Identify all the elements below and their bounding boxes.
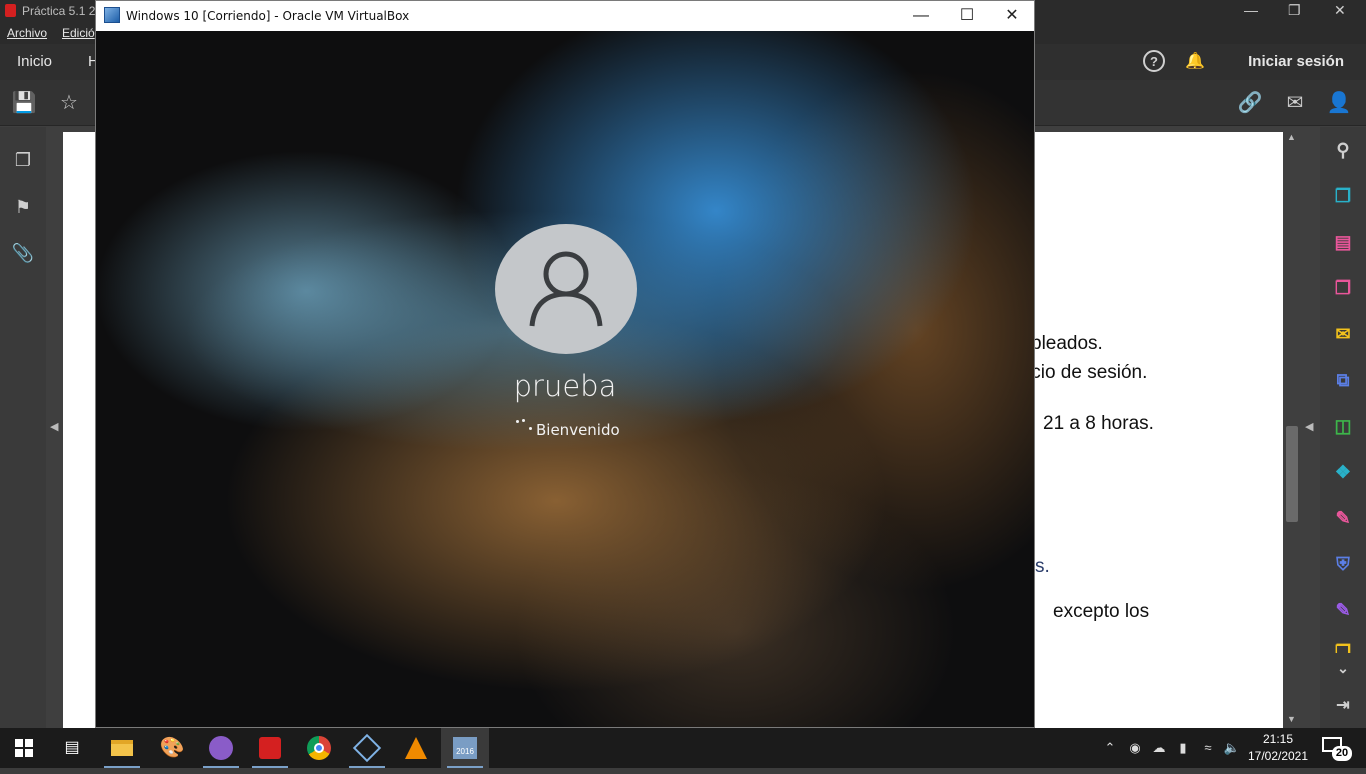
organize-pages-icon[interactable]: ▤ [1330, 229, 1356, 255]
chrome-icon[interactable] [295, 728, 343, 768]
signin-button[interactable]: Iniciar sesión [1248, 53, 1344, 70]
wifi-icon[interactable]: ≈ [1196, 728, 1220, 768]
chevron-down-icon[interactable]: ⌄ [1330, 655, 1356, 681]
tab-inicio[interactable]: Inicio [17, 53, 52, 70]
protect-icon[interactable]: ⛨ [1330, 551, 1356, 577]
right-panel-collapse-icon[interactable]: ◀ [1305, 420, 1313, 433]
maximize-icon[interactable]: ☐ [944, 4, 990, 28]
scroll-down-icon[interactable]: ▼ [1287, 714, 1296, 724]
acrobat-title: Práctica 5.1 2 [22, 4, 96, 18]
virtualbox-icon[interactable] [343, 728, 391, 768]
sql-server-label: 2016 [453, 737, 477, 759]
virtualbox-title-bar[interactable]: Windows 10 [Corriendo] - Oracle VM Virtu… [96, 1, 1034, 31]
volume-icon[interactable]: 🔈 [1220, 728, 1244, 768]
scroll-up-icon[interactable]: ▲ [1287, 132, 1296, 142]
document-scrollbar[interactable]: ▲ ▼ [1284, 130, 1300, 728]
start-button[interactable] [0, 728, 48, 768]
scrollbar-thumb[interactable] [1286, 426, 1298, 522]
fill-sign-icon[interactable]: ✎ [1330, 505, 1356, 531]
virtualbox-title: Windows 10 [Corriendo] - Oracle VM Virtu… [126, 9, 410, 23]
mail-icon[interactable]: ✉ [1281, 89, 1309, 117]
virtualbox-icon [104, 7, 120, 23]
edit-pdf-icon[interactable]: ❖ [1330, 459, 1356, 485]
combine-files-icon[interactable]: ⧉ [1330, 367, 1356, 393]
document-line: s. [1035, 556, 1050, 577]
minimize-icon[interactable]: — [1244, 2, 1258, 18]
user-avatar [495, 224, 637, 354]
show-hidden-icons-icon[interactable]: ⌃ [1100, 728, 1120, 768]
compress-icon[interactable]: ◫ [1330, 413, 1356, 439]
more-tools-icon[interactable]: ❐ [1330, 639, 1356, 653]
restore-icon[interactable]: ❐ [1288, 2, 1301, 19]
tools-panel: ⚲ ❐ ▤ ❐ ✉ ⧉ ◫ ❖ ✎ ⛨ ✎ ❐ ⌄ ⇥ [1320, 127, 1366, 728]
loading-spinner-icon [515, 419, 535, 433]
acrobat-icon[interactable] [246, 728, 294, 768]
login-status: Bienvenido [536, 421, 620, 439]
notification-center-button[interactable]: 20 [1322, 737, 1352, 761]
save-icon[interactable]: 💾 [10, 89, 38, 117]
taskbar: ▤ 🎨 2016 ⌃ ◉ ☁ ▮ ≈ 🔈 21:15 17/02/2021 20 [0, 728, 1366, 768]
battery-icon[interactable]: ▮ [1172, 728, 1194, 768]
paint-icon[interactable]: 🎨 [148, 728, 196, 768]
sql-server-2016-icon[interactable]: 2016 [441, 728, 489, 768]
close-icon[interactable]: ✕ [989, 4, 1035, 28]
document-line: 21 a 8 horas. [1043, 413, 1154, 434]
user-icon [529, 251, 603, 327]
left-navigation-panel: ❐ ⚑ 📎 [0, 127, 46, 728]
file-explorer-icon[interactable] [98, 728, 146, 768]
menu-archivo[interactable]: Archivo [7, 26, 47, 40]
document-line: icio de sesión. [1027, 362, 1148, 383]
link-icon[interactable]: 🔗 [1236, 89, 1264, 117]
pages-icon[interactable]: ❐ [10, 147, 36, 173]
bell-icon[interactable]: 🔔 [1183, 50, 1207, 74]
task-view-button[interactable]: ▤ [48, 728, 96, 768]
meet-now-icon[interactable]: ◉ [1124, 728, 1146, 768]
export-pdf-icon[interactable]: ❐ [1330, 183, 1356, 209]
vm-display[interactable]: prueba Bienvenido [96, 31, 1034, 727]
left-panel-collapse-icon[interactable]: ◀ [50, 420, 58, 433]
clock-date: 17/02/2021 [1247, 749, 1309, 763]
help-icon[interactable]: ? [1143, 50, 1165, 72]
zoom-search-icon[interactable]: ⚲ [1330, 137, 1356, 163]
clock[interactable]: 21:15 17/02/2021 [1242, 731, 1314, 765]
bookmark-icon[interactable]: ⚑ [10, 194, 36, 220]
notification-count: 20 [1332, 746, 1352, 761]
close-icon[interactable]: ✕ [1334, 2, 1346, 19]
vlc-icon[interactable] [392, 728, 440, 768]
menu-edicion[interactable]: Edició [62, 26, 95, 40]
windows-logo-icon [15, 739, 33, 757]
create-pdf-icon[interactable]: ❐ [1330, 275, 1356, 301]
collapse-panel-icon[interactable]: ⇥ [1330, 693, 1356, 719]
document-line: pleados. [1031, 333, 1103, 354]
pdf-icon [5, 4, 16, 17]
onedrive-icon[interactable]: ☁ [1148, 728, 1170, 768]
github-desktop-icon[interactable] [197, 728, 245, 768]
minimize-icon[interactable]: — [898, 4, 944, 28]
document-line: excepto los [1053, 601, 1150, 622]
add-user-icon[interactable]: 👤 [1325, 89, 1353, 117]
star-icon[interactable]: ☆ [55, 89, 83, 117]
attachment-icon[interactable]: 📎 [10, 240, 36, 266]
login-username: prueba [513, 369, 617, 403]
signature-icon[interactable]: ✎ [1330, 597, 1356, 623]
clock-time: 21:15 [1262, 732, 1294, 746]
virtualbox-window: Windows 10 [Corriendo] - Oracle VM Virtu… [95, 0, 1035, 728]
comment-icon[interactable]: ✉ [1330, 321, 1356, 347]
